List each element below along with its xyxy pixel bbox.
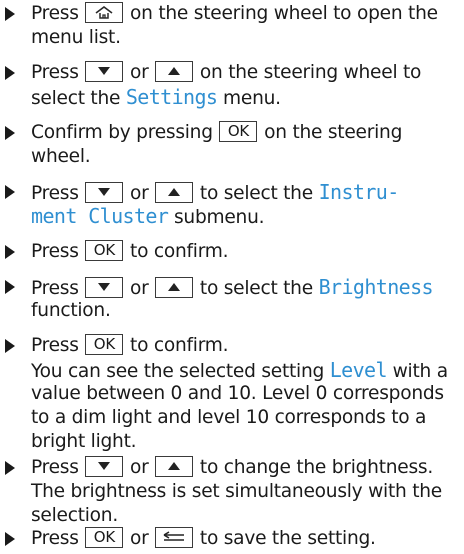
ok-key: OK	[85, 333, 124, 355]
step-text: or	[130, 183, 149, 204]
step-text: Press	[31, 62, 79, 83]
step-text: to confirm.	[130, 335, 229, 356]
arrow-up-icon	[168, 67, 181, 75]
step-text: wheel.	[31, 146, 91, 167]
menu-name-settings: Settings	[125, 85, 218, 109]
back-icon	[163, 531, 185, 541]
step-bullet-icon	[5, 66, 15, 80]
arrow-up-icon	[168, 462, 181, 470]
step-text: on the steering wheel to	[199, 62, 422, 83]
arrow-up-icon	[168, 188, 181, 196]
down-key	[85, 455, 124, 477]
step-bullet-icon	[5, 532, 15, 546]
home-icon	[95, 6, 113, 19]
step-text: to confirm.	[130, 241, 229, 262]
step-text: or	[130, 457, 149, 478]
step-bullet-icon	[5, 461, 15, 475]
down-key	[85, 60, 124, 82]
step-bullet-icon	[5, 339, 15, 353]
step-text: Press	[31, 278, 79, 299]
step-text: to select the	[199, 183, 313, 204]
step-text: menu.	[223, 88, 281, 109]
step-text: You can see the selected setting	[31, 361, 325, 382]
arrow-down-icon	[98, 67, 111, 75]
step-text: Press	[31, 241, 79, 262]
up-key	[155, 455, 194, 477]
step-text: Press	[31, 457, 79, 478]
step-text: Press	[31, 528, 79, 549]
step-text: on the steering wheel to open the	[130, 3, 438, 24]
up-key	[155, 276, 194, 298]
step-text: to select the	[199, 278, 313, 299]
step-text: The brightness is set simultaneously wit…	[31, 481, 442, 502]
arrow-down-icon	[98, 462, 111, 470]
up-key	[155, 60, 194, 82]
menu-name-instrument-cluster: Instru-	[318, 180, 400, 204]
step-text: on the steering	[264, 122, 403, 143]
ok-key: OK	[219, 120, 258, 142]
step-text: with a	[392, 361, 449, 382]
step-bullet-icon	[5, 280, 15, 294]
step-text: Press	[31, 183, 79, 204]
arrow-down-icon	[98, 188, 111, 196]
menu-name-instrument-cluster: ment Cluster	[31, 204, 169, 228]
up-key	[155, 181, 194, 203]
ok-key: OK	[85, 239, 124, 261]
back-key	[155, 526, 194, 548]
step-bullet-icon	[5, 245, 15, 259]
step-text: bright light.	[31, 431, 137, 452]
ok-key: OK	[85, 526, 124, 548]
step-text: submenu.	[173, 207, 265, 228]
step-text: function.	[31, 300, 111, 321]
arrow-up-icon	[168, 283, 181, 291]
down-key	[85, 276, 124, 298]
step-text: value between 0 and 10. Level 0 correspo…	[31, 383, 444, 404]
step-text: Press	[31, 335, 79, 356]
step-text: select the	[31, 88, 121, 109]
home-key	[85, 1, 124, 23]
step-text: or	[130, 528, 149, 549]
step-bullet-icon	[5, 185, 15, 199]
step-text: to a dim light and level 10 corresponds …	[31, 407, 427, 428]
down-key	[85, 181, 124, 203]
arrow-down-icon	[98, 283, 111, 291]
instruction-steps: Press on the steering wheel to open the …	[0, 0, 464, 554]
setting-name-level: Level	[329, 358, 388, 382]
step-text: Press	[31, 3, 79, 24]
step-text: Confirm by pressing	[31, 122, 213, 143]
step-text: or	[130, 62, 149, 83]
step-bullet-icon	[5, 7, 15, 21]
step-text: menu list.	[31, 27, 121, 48]
menu-name-brightness: Brightness	[318, 275, 434, 299]
step-text: or	[130, 278, 149, 299]
step-text: to change the brightness.	[199, 457, 433, 478]
step-text: selection.	[31, 505, 118, 526]
step-text: to save the setting.	[199, 528, 376, 549]
step-bullet-icon	[5, 126, 15, 140]
